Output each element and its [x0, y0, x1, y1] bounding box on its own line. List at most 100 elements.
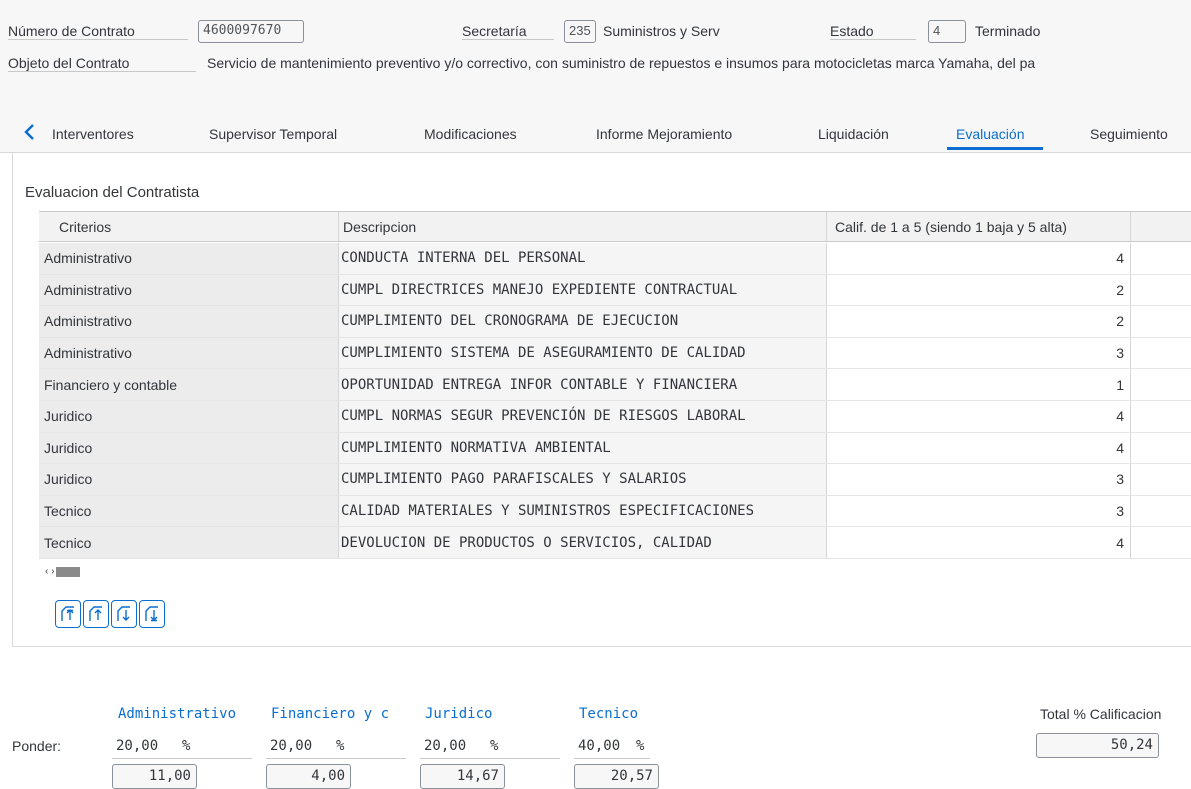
calificacion-cell[interactable]: 4 — [826, 401, 1130, 432]
weight-header-juridico: Juridico — [425, 706, 493, 722]
column-header-descripcion[interactable]: Descripcion — [338, 212, 826, 241]
estado-code-field[interactable]: 4 — [928, 20, 966, 43]
secretaria-label: Secretaría — [462, 23, 554, 40]
descripcion-cell: OPORTUNIDAD ENTREGA INFOR CONTABLE Y FIN… — [338, 369, 826, 400]
scroll-arrows-icon[interactable]: ‹ › — [45, 567, 54, 577]
scrollbar-thumb[interactable] — [56, 567, 81, 577]
percent-sign: % — [182, 738, 191, 754]
calificacion-cell[interactable]: 4 — [826, 527, 1130, 558]
objeto-text: Servicio de mantenimiento preventivo y/o… — [207, 55, 1036, 71]
page-down-button[interactable] — [111, 600, 137, 628]
result-financiero[interactable]: 4,00 — [266, 764, 351, 789]
empty-cell — [1130, 432, 1191, 464]
table-header: Criterios Descripcion Calif. de 1 a 5 (s… — [39, 212, 1191, 242]
column-header-empty — [1130, 212, 1191, 241]
weight-header-administrativo: Administrativo — [118, 706, 237, 722]
table-row[interactable]: Financiero y contable OPORTUNIDAD ENTREGA… — [39, 369, 1191, 401]
table-row[interactable]: Administrativo CONDUCTA INTERNA DEL PERSO… — [39, 243, 1191, 275]
scroll-to-top-button[interactable] — [55, 600, 81, 628]
tab-modificaciones[interactable]: Modificaciones — [424, 126, 517, 142]
contract-number-field[interactable]: 4600097670 — [198, 20, 304, 43]
criterio-cell: Administrativo — [39, 243, 338, 274]
tab-liquidacion[interactable]: Liquidación — [818, 126, 889, 142]
scroll-to-bottom-button[interactable] — [139, 600, 165, 628]
descripcion-cell: CALIDAD MATERIALES Y SUMINISTROS ESPECIF… — [338, 495, 826, 527]
table-row[interactable]: Administrativo CUMPLIMIENTO DEL CRONOGRAM… — [39, 306, 1191, 338]
scroll-to-top-icon — [61, 606, 74, 621]
horizontal-scrollbar[interactable]: ‹ › — [45, 567, 81, 577]
tab-supervisor-temporal[interactable]: Supervisor Temporal — [209, 126, 337, 142]
calificacion-cell[interactable]: 3 — [826, 495, 1130, 527]
secretaria-name: Suministros y Serv — [603, 23, 720, 39]
result-juridico[interactable]: 14,67 — [420, 764, 505, 789]
weight-header-tecnico: Tecnico — [579, 706, 639, 722]
descripcion-cell: CUMPLIMIENTO PAGO PARAFISCALES Y SALARIO… — [338, 464, 826, 495]
active-tab-indicator — [947, 147, 1043, 150]
ponder-underline — [420, 758, 560, 759]
descripcion-cell: CUMPLIMIENTO NORMATIVA AMBIENTAL — [338, 432, 826, 464]
descripcion-cell: CUMPL NORMAS SEGUR PREVENCIÓN DE RIESGOS… — [338, 401, 826, 432]
descripcion-cell: CUMPLIMIENTO SISTEMA DE ASEGURAMIENTO DE… — [338, 337, 826, 369]
empty-cell — [1130, 464, 1191, 495]
descripcion-cell: CUMPL DIRECTRICES MANEJO EXPEDIENTE CONT… — [338, 274, 826, 306]
weight-header-financiero: Financiero y c — [271, 706, 390, 722]
ponder-underline — [574, 758, 650, 759]
calificacion-cell[interactable]: 4 — [826, 243, 1130, 274]
tab-informe-mejoramiento[interactable]: Informe Mejoramiento — [596, 126, 732, 142]
calificacion-cell[interactable]: 2 — [826, 306, 1130, 337]
objeto-label: Objeto del Contrato — [8, 55, 196, 72]
criterio-cell: Financiero y contable — [39, 369, 338, 400]
ponder-value-administrativo[interactable]: 20,00 — [116, 738, 158, 754]
column-header-calificacion[interactable]: Calif. de 1 a 5 (siendo 1 baja y 5 alta) — [826, 212, 1130, 241]
ponder-underline — [112, 758, 252, 759]
chevron-left-icon[interactable] — [22, 123, 38, 141]
page-up-button[interactable] — [83, 600, 109, 628]
empty-cell — [1130, 369, 1191, 400]
table-row[interactable]: Tecnico DEVOLUCION DE PRODUCTOS O SERVICI… — [39, 527, 1191, 559]
criterio-cell: Tecnico — [39, 495, 338, 527]
table-row[interactable]: Administrativo CUMPL DIRECTRICES MANEJO E… — [39, 274, 1191, 307]
empty-cell — [1130, 337, 1191, 369]
table-toolbar — [55, 600, 165, 628]
descripcion-cell: CONDUCTA INTERNA DEL PERSONAL — [338, 243, 826, 274]
empty-cell — [1130, 527, 1191, 558]
result-tecnico[interactable]: 20,57 — [574, 764, 659, 789]
table-row[interactable]: Tecnico CALIDAD MATERIALES Y SUMINISTROS … — [39, 495, 1191, 528]
ponder-value-juridico[interactable]: 20,00 — [424, 738, 466, 754]
criterio-cell: Administrativo — [39, 274, 338, 306]
table-row[interactable]: Juridico CUMPLIMIENTO NORMATIVA AMBIENTAL… — [39, 432, 1191, 465]
tab-seguimiento[interactable]: Seguimiento — [1090, 126, 1168, 142]
table-row[interactable]: Administrativo CUMPLIMIENTO SISTEMA DE AS… — [39, 337, 1191, 370]
page-up-icon — [89, 606, 102, 621]
page-down-icon — [117, 606, 130, 621]
ponder-value-tecnico[interactable]: 40,00 — [578, 738, 620, 754]
table-row[interactable]: Juridico CUMPL NORMAS SEGUR PREVENCIÓN DE… — [39, 401, 1191, 433]
calificacion-cell[interactable]: 2 — [826, 274, 1130, 306]
criterio-cell: Juridico — [39, 401, 338, 432]
ponder-value-financiero[interactable]: 20,00 — [270, 738, 312, 754]
calificacion-cell[interactable]: 1 — [826, 369, 1130, 400]
tab-interventores[interactable]: Interventores — [52, 126, 134, 142]
descripcion-cell: DEVOLUCION DE PRODUCTOS O SERVICIOS, CAL… — [338, 527, 826, 558]
percent-sign: % — [336, 738, 345, 754]
empty-cell — [1130, 274, 1191, 306]
total-calificacion-field[interactable]: 50,24 — [1036, 733, 1159, 758]
total-label: Total % Calificacion — [1040, 706, 1162, 722]
descripcion-cell: CUMPLIMIENTO DEL CRONOGRAMA DE EJECUCION — [338, 306, 826, 337]
criterio-cell: Administrativo — [39, 337, 338, 369]
estado-name: Terminado — [975, 23, 1041, 39]
empty-cell — [1130, 401, 1191, 432]
tab-evaluacion[interactable]: Evaluación — [956, 126, 1025, 142]
scroll-to-bottom-icon — [145, 606, 158, 622]
section-title: Evaluacion del Contratista — [25, 184, 200, 201]
percent-sign: % — [636, 738, 645, 754]
calificacion-cell[interactable]: 3 — [826, 464, 1130, 495]
calificacion-cell[interactable]: 4 — [826, 432, 1130, 464]
result-administrativo[interactable]: 11,00 — [112, 764, 197, 789]
criterio-cell: Tecnico — [39, 527, 338, 558]
column-header-criterios[interactable]: Criterios — [39, 212, 338, 241]
table-row[interactable]: Juridico CUMPLIMIENTO PAGO PARAFISCALES Y… — [39, 464, 1191, 496]
calificacion-cell[interactable]: 3 — [826, 337, 1130, 369]
secretaria-code-field[interactable]: 235 — [564, 20, 596, 43]
empty-cell — [1130, 306, 1191, 337]
